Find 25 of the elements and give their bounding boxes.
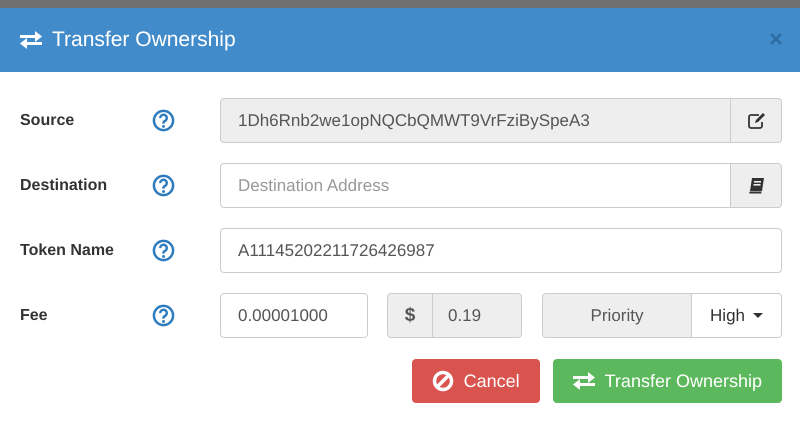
field-label: Source [20,112,76,130]
cancel-button[interactable]: Cancel [412,359,540,403]
book-icon [748,178,764,194]
field-label: Token Name [20,242,115,260]
field-label: Fee [20,306,49,324]
field-label: Destination [20,176,108,194]
currency-addon: $ [387,293,433,338]
edit-icon [748,112,764,128]
exchange-icon [20,31,42,49]
ban-icon [432,370,454,392]
address-book-button[interactable] [731,163,782,208]
help-icon[interactable] [152,174,175,197]
help-icon[interactable] [152,304,175,327]
input-field[interactable]: 1Dh6Rnb2we1opNQCbQMWT9VrFziBySpeA3 [220,98,731,143]
help-icon[interactable] [152,239,175,262]
dialog-title: Transfer Ownership [52,28,237,52]
priority-label: Priority [542,293,692,338]
caret-icon [752,312,763,318]
edit-button[interactable] [731,98,782,143]
input-field[interactable]: A11145202211726426987 [220,228,782,273]
help-icon[interactable] [152,109,175,132]
priority-dropdown[interactable]: High [692,293,782,338]
exchange-icon [572,372,595,390]
fiat-value-field: 0.19 [433,293,522,338]
fee-field[interactable]: 0.00001000 [220,293,368,338]
